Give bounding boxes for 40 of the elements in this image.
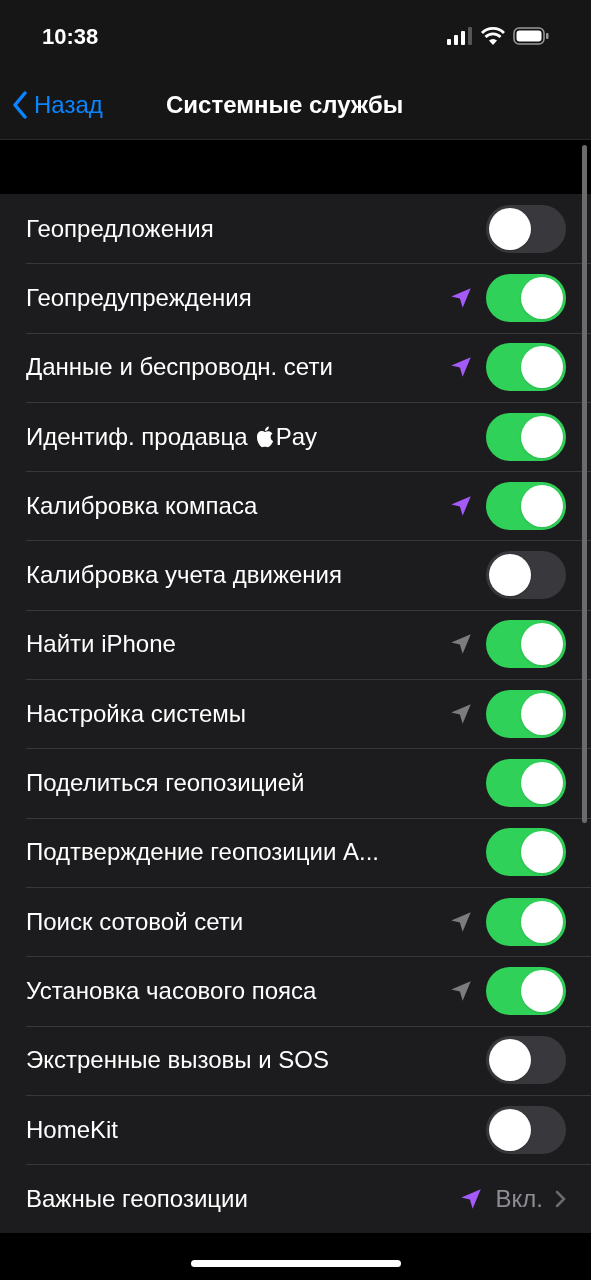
toggle-switch[interactable] <box>486 828 566 877</box>
row-label: Установка часового пояса <box>26 975 317 1006</box>
toggle-switch[interactable] <box>486 204 566 253</box>
toggle-switch[interactable] <box>486 966 566 1015</box>
toggle-switch[interactable] <box>486 1105 566 1154</box>
row-label: Важные геопозиции <box>26 1183 248 1214</box>
row-value: Вкл. <box>495 1183 543 1214</box>
toggle-switch[interactable] <box>486 343 566 392</box>
toggle-switch[interactable] <box>486 551 566 600</box>
row-label: Калибровка компаса <box>26 490 258 521</box>
row-label: Геопредложения <box>26 213 214 244</box>
row-label: Калибровка учета движения <box>26 560 342 591</box>
page-title: Системные службы <box>166 89 404 120</box>
toggle-switch[interactable] <box>486 759 566 807</box>
row-label: Экстренные вызовы и SOS <box>26 1045 329 1076</box>
toggle-switch[interactable] <box>486 897 566 946</box>
row-label: Найти iPhone <box>26 629 176 660</box>
chevron-right-icon <box>555 1189 566 1208</box>
battery-icon <box>513 27 549 45</box>
toggle-switch[interactable] <box>486 481 566 530</box>
row-label: HomeKit <box>26 1114 119 1145</box>
signal-icon <box>447 27 473 45</box>
toggle-switch[interactable] <box>486 689 566 738</box>
row-label: Данные и беспроводн. сети <box>26 352 333 383</box>
toggle-switch[interactable] <box>486 273 566 322</box>
row-label: Подтверждение геопозиции А... <box>26 837 379 868</box>
toggle-switch[interactable] <box>486 412 566 461</box>
row-label: Идентиф. продавца <box>26 421 248 452</box>
row-label: Поиск сотовой сети <box>26 906 244 937</box>
wifi-icon <box>481 27 505 45</box>
apple-logo-icon <box>255 425 274 448</box>
row-label: Геопредупреждения <box>26 282 252 313</box>
toggle-switch[interactable] <box>486 620 566 669</box>
row-label: Настройка системы <box>26 698 247 729</box>
row-label: Поделиться геопозицией <box>26 768 305 798</box>
row-label-suffix: Pay <box>275 421 318 452</box>
status-time: 10:38 <box>42 22 99 51</box>
back-button[interactable]: Назад <box>12 86 103 123</box>
toggle-switch[interactable] <box>486 1036 566 1085</box>
back-chevron-icon <box>12 90 28 119</box>
